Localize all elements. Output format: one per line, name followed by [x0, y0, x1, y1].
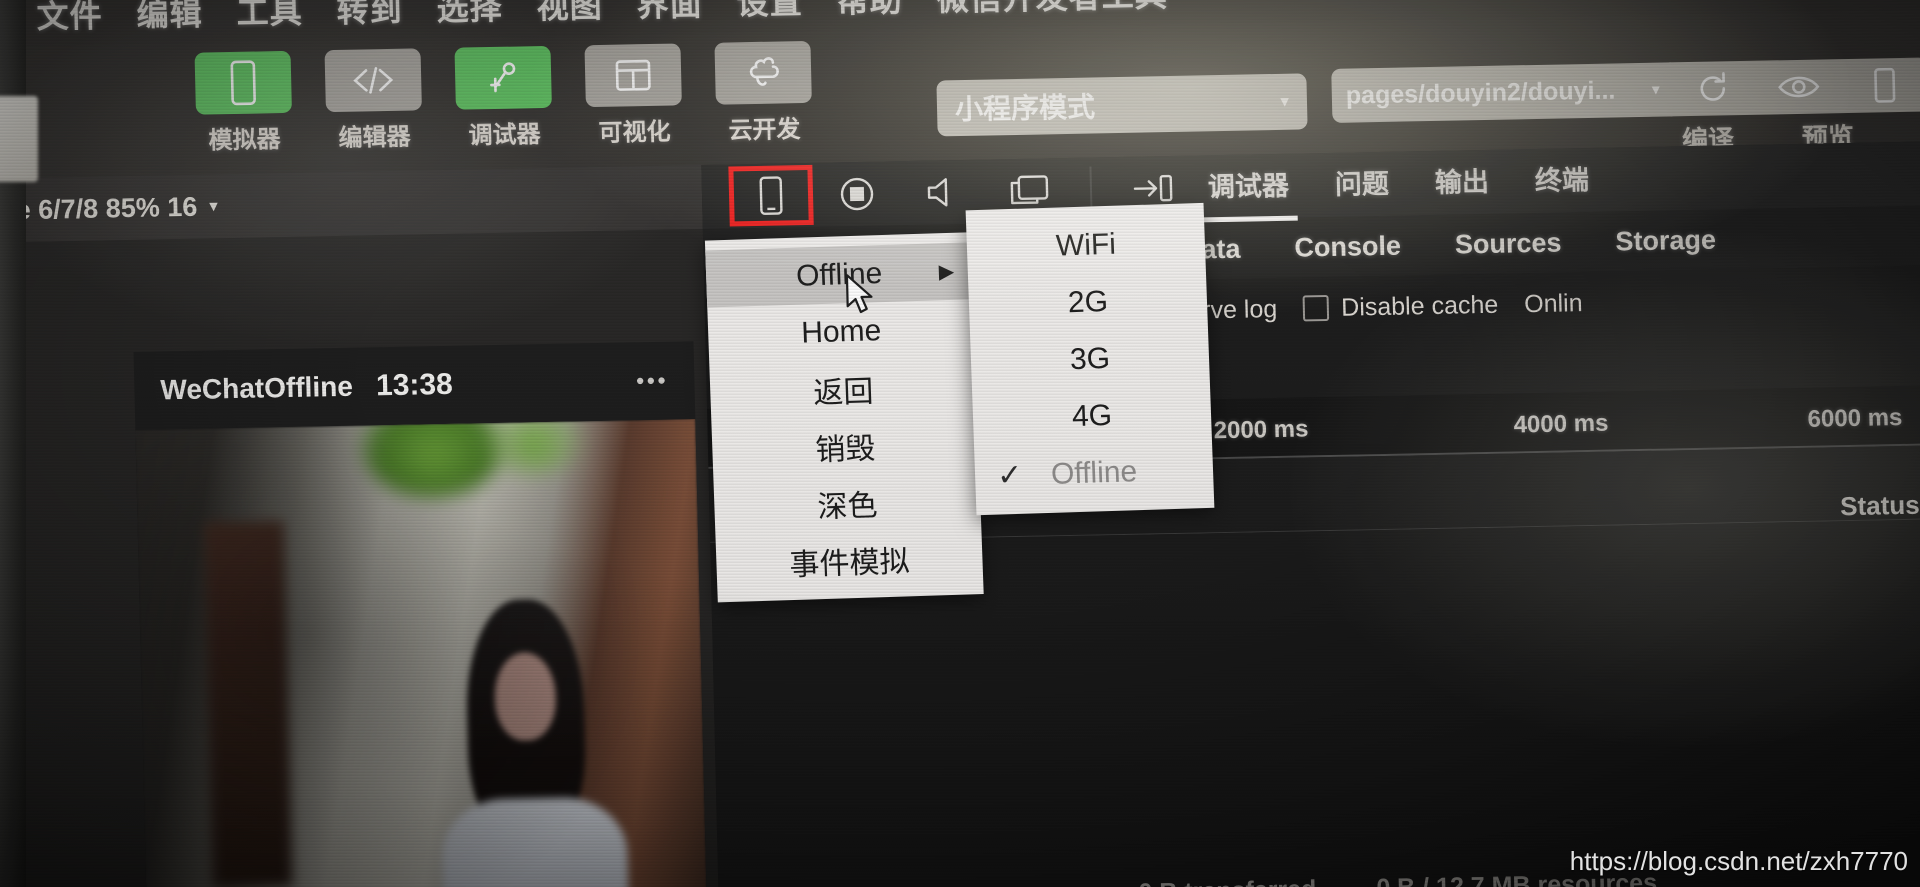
- context-menu-label-back: 返回: [812, 374, 874, 410]
- chevron-right-icon: ▶: [938, 260, 955, 284]
- context-menu-label-dark: 深色: [816, 488, 879, 524]
- mouse-cursor: [845, 273, 880, 325]
- submenu-item-4g[interactable]: 4G: [972, 384, 1212, 448]
- action-buttons-group: [1669, 57, 1920, 117]
- tool-cloud-dev[interactable]: 云开发: [710, 40, 816, 146]
- eye-icon[interactable]: [1755, 59, 1842, 115]
- tab-sources[interactable]: Sources: [1455, 227, 1562, 260]
- nav-problems[interactable]: 问题: [1334, 161, 1390, 207]
- menu-item-interface[interactable]: 界面: [636, 0, 703, 26]
- tool-simulator[interactable]: 模拟器: [191, 50, 297, 156]
- tool-label-debugger: 调试器: [468, 121, 541, 150]
- context-menu-item-dark[interactable]: 深色: [713, 470, 981, 535]
- tool-buttons-group: 模拟器 编辑器 调试器 可视化 云开发: [191, 40, 817, 156]
- page-path-value: pages/douyin2/douyi...: [1345, 75, 1616, 110]
- phone-icon[interactable]: [194, 50, 292, 115]
- network-throttle-submenu[interactable]: WiFi 2G 3G 4G ✓ Offline: [965, 202, 1215, 516]
- context-menu-item-event-sim[interactable]: 事件模拟: [715, 527, 983, 592]
- tool-visualization[interactable]: 可视化: [580, 43, 686, 148]
- tool-debugger[interactable]: 调试器: [450, 45, 556, 151]
- devtools-nav-group: 调试器 问题 输出 终端: [1191, 157, 1590, 210]
- submenu-label-3g: 3G: [1069, 341, 1111, 376]
- submenu-item-offline[interactable]: ✓ Offline: [974, 441, 1214, 505]
- phone-toggle-icon[interactable]: [728, 164, 814, 227]
- menu-item-help[interactable]: 帮助: [836, 0, 903, 22]
- disable-cache-label: Disable cache: [1340, 290, 1499, 322]
- simulator-device-label: hone 6/7/8 85% 16: [0, 191, 198, 225]
- tab-storage[interactable]: Storage: [1615, 224, 1716, 257]
- menu-item-select[interactable]: 选择: [436, 0, 503, 30]
- simulator-phone-frame[interactable]: WeChatOffline 13:38 •••: [133, 341, 708, 887]
- mini-program-title: WeChatOffline: [160, 370, 354, 406]
- phone-status-bar: WeChatOffline 13:38 •••: [134, 341, 696, 430]
- photograph-of-screen: 目 文件 编辑 工具 转到 选择 视图 界面 设置 帮助 微信开发者工具 模拟器…: [0, 0, 1920, 887]
- mode-select-value: 小程序模式: [954, 91, 1096, 126]
- cloud-dev-icon[interactable]: [714, 40, 812, 105]
- more-menu-icon[interactable]: •••: [636, 368, 669, 395]
- tab-console[interactable]: Console: [1294, 230, 1401, 263]
- timeline-tick-2000ms: 2000 ms: [1213, 415, 1309, 445]
- chevron-down-icon: ▾: [1280, 91, 1290, 111]
- code-icon[interactable]: [324, 48, 422, 113]
- context-menu-item-back[interactable]: 返回: [709, 356, 977, 421]
- submenu-item-wifi[interactable]: WiFi: [966, 213, 1206, 277]
- context-menu-item-home[interactable]: Home: [707, 299, 975, 364]
- timeline-tick-6000ms: 6000 ms: [1807, 404, 1903, 433]
- status-bar-clock: 13:38: [375, 367, 454, 403]
- tool-editor[interactable]: 编辑器: [320, 48, 426, 153]
- online-throttle-select[interactable]: Onlin: [1524, 289, 1583, 319]
- debug-icon[interactable]: [454, 45, 552, 110]
- menu-item-edit[interactable]: 编辑: [136, 0, 203, 36]
- menu-item-settings[interactable]: 设置: [736, 0, 803, 24]
- app-title: 微信开发者工具: [936, 0, 1168, 20]
- disable-cache-checkbox[interactable]: Disable cache: [1302, 290, 1499, 323]
- context-menu-label-destroy: 销毁: [814, 431, 877, 467]
- submenu-item-2g[interactable]: 2G: [968, 270, 1208, 334]
- menu-item-goto[interactable]: 转到: [336, 0, 403, 32]
- layout-icon[interactable]: [584, 43, 682, 108]
- mini-program-content[interactable]: [135, 419, 708, 887]
- footer-transferred: 0 B transferred: [1138, 875, 1317, 887]
- page-path-input[interactable]: pages/douyin2/douyi... ▾: [1331, 62, 1673, 123]
- tool-label-cloud-dev: 云开发: [728, 116, 801, 145]
- watermark-text: https://blog.csdn.net/zxh7770: [1569, 846, 1908, 876]
- devtools-application-window: 目 文件 编辑 工具 转到 选择 视图 界面 设置 帮助 微信开发者工具 模拟器…: [0, 0, 1920, 887]
- simulator-panel: WeChatOffline 13:38 •••: [0, 228, 720, 887]
- check-icon: ✓: [996, 458, 1023, 493]
- device-icon[interactable]: [1841, 57, 1920, 113]
- menu-item-view[interactable]: 视图: [536, 0, 603, 28]
- tool-label-simulator: 模拟器: [208, 126, 281, 155]
- submenu-label-2g: 2G: [1067, 284, 1109, 319]
- context-menu-item-offline[interactable]: Offline ▶: [705, 242, 974, 308]
- refresh-icon[interactable]: [1669, 61, 1756, 117]
- context-menu-item-destroy[interactable]: 销毁: [711, 413, 979, 478]
- submenu-label-4g: 4G: [1071, 398, 1113, 433]
- record-icon[interactable]: [817, 166, 896, 221]
- desk-object: [0, 96, 38, 182]
- submenu-item-3g[interactable]: 3G: [970, 327, 1210, 391]
- menu-item-tools[interactable]: 工具: [236, 0, 303, 34]
- context-menu-label-event-sim: 事件模拟: [788, 544, 911, 582]
- checkbox-box-disable-cache[interactable]: [1302, 294, 1330, 322]
- nav-debugger[interactable]: 调试器: [1207, 163, 1290, 210]
- menu-item-file[interactable]: 文件: [36, 0, 103, 38]
- chevron-down-icon-device: ▾: [209, 196, 219, 216]
- timeline-tick-4000ms: 4000 ms: [1513, 409, 1609, 439]
- video-thumbnail: [135, 419, 708, 887]
- submenu-label-offline: Offline: [1050, 454, 1138, 491]
- column-header-status[interactable]: Status: [1840, 490, 1920, 523]
- tool-label-editor: 编辑器: [338, 123, 411, 152]
- tool-label-visualization: 可视化: [598, 118, 671, 147]
- submenu-label-wifi: WiFi: [1055, 227, 1117, 263]
- nav-output[interactable]: 输出: [1434, 159, 1490, 205]
- mode-select-dropdown[interactable]: 小程序模式 ▾: [936, 73, 1308, 137]
- nav-terminal[interactable]: 终端: [1534, 157, 1590, 203]
- chevron-down-icon-url: ▾: [1651, 81, 1661, 99]
